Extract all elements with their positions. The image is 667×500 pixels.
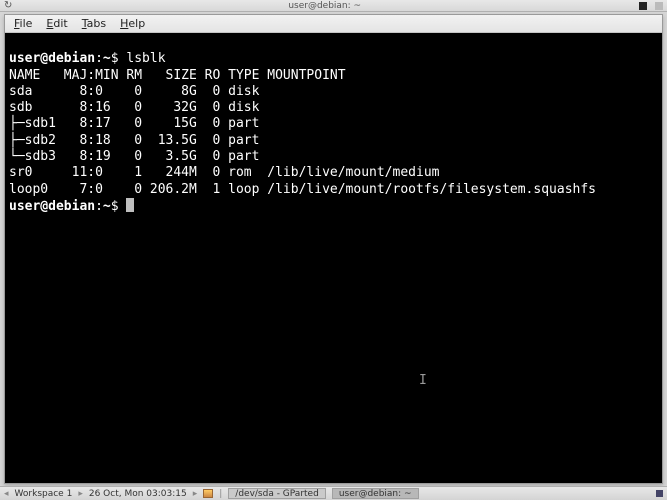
menu-file-label: ile bbox=[20, 17, 33, 30]
menu-tabs-label: abs bbox=[87, 17, 106, 30]
menu-help[interactable]: Help bbox=[114, 16, 151, 31]
top-task-indicator-2 bbox=[655, 2, 663, 10]
terminal-window: File Edit Tabs Help user@debian:~$ lsblk… bbox=[4, 14, 663, 484]
prompt-colon: : bbox=[95, 51, 103, 66]
taskbar-item-terminal[interactable]: user@debian: ~ bbox=[332, 488, 419, 499]
prompt-path-2: ~ bbox=[103, 199, 111, 214]
top-task-indicator-1 bbox=[639, 2, 647, 10]
menu-file[interactable]: File bbox=[8, 16, 38, 31]
top-panel: ↻ user@debian: ~ bbox=[0, 0, 667, 12]
menu-help-label: elp bbox=[128, 17, 145, 30]
clock[interactable]: 26 Oct, Mon 03:03:15 bbox=[89, 489, 187, 499]
prompt-symbol-2: $ bbox=[111, 199, 119, 214]
lsblk-row: └─sdb3 8:19 0 3.5G 0 part bbox=[9, 149, 267, 164]
lsblk-row: sda 8:0 0 8G 0 disk bbox=[9, 84, 267, 99]
bottom-panel: ◂ Workspace 1 ▸ 26 Oct, Mon 03:03:15 ▸ |… bbox=[0, 486, 667, 500]
prompt-symbol: $ bbox=[111, 51, 119, 66]
lsblk-row: ├─sdb1 8:17 0 15G 0 part bbox=[9, 116, 267, 131]
lsblk-row: sdb 8:16 0 32G 0 disk bbox=[9, 100, 267, 115]
cursor-block bbox=[126, 198, 134, 212]
top-panel-title: user@debian: ~ bbox=[18, 1, 631, 11]
menubar: File Edit Tabs Help bbox=[5, 15, 662, 33]
tray-icon[interactable] bbox=[656, 490, 663, 497]
chevron-left-icon[interactable]: ◂ bbox=[4, 489, 9, 499]
prompt-path: ~ bbox=[103, 51, 111, 66]
chevron-right-icon-2[interactable]: ▸ bbox=[193, 489, 198, 499]
taskbar-item-label: user@debian: ~ bbox=[339, 489, 412, 499]
terminal-body[interactable]: user@debian:~$ lsblk NAME MAJ:MIN RM SIZ… bbox=[5, 33, 662, 483]
lsblk-row: ├─sdb2 8:18 0 13.5G 0 part bbox=[9, 133, 267, 148]
workspace-label[interactable]: Workspace 1 bbox=[15, 489, 73, 499]
command-text: lsblk bbox=[126, 51, 165, 66]
menu-edit-label: dit bbox=[53, 17, 67, 30]
menu-tabs[interactable]: Tabs bbox=[76, 16, 112, 31]
app-menu-icon[interactable]: ↻ bbox=[4, 0, 12, 11]
taskbar-item-label: /dev/sda - GParted bbox=[235, 489, 319, 499]
lsblk-row: sr0 11:0 1 244M 0 rom /lib/live/mount/me… bbox=[9, 165, 439, 180]
taskbar-item-gparted[interactable]: /dev/sda - GParted bbox=[228, 488, 326, 499]
lsblk-header: NAME MAJ:MIN RM SIZE RO TYPE MOUNTPOINT bbox=[9, 68, 346, 83]
menu-edit[interactable]: Edit bbox=[40, 16, 73, 31]
prompt-userhost-2: user@debian bbox=[9, 199, 95, 214]
chevron-right-icon[interactable]: ▸ bbox=[78, 489, 83, 499]
prompt-userhost: user@debian bbox=[9, 51, 95, 66]
show-desktop-icon[interactable] bbox=[203, 489, 213, 498]
lsblk-row: loop0 7:0 0 206.2M 1 loop /lib/live/moun… bbox=[9, 182, 596, 197]
mouse-ibeam-cursor: I bbox=[419, 373, 427, 389]
